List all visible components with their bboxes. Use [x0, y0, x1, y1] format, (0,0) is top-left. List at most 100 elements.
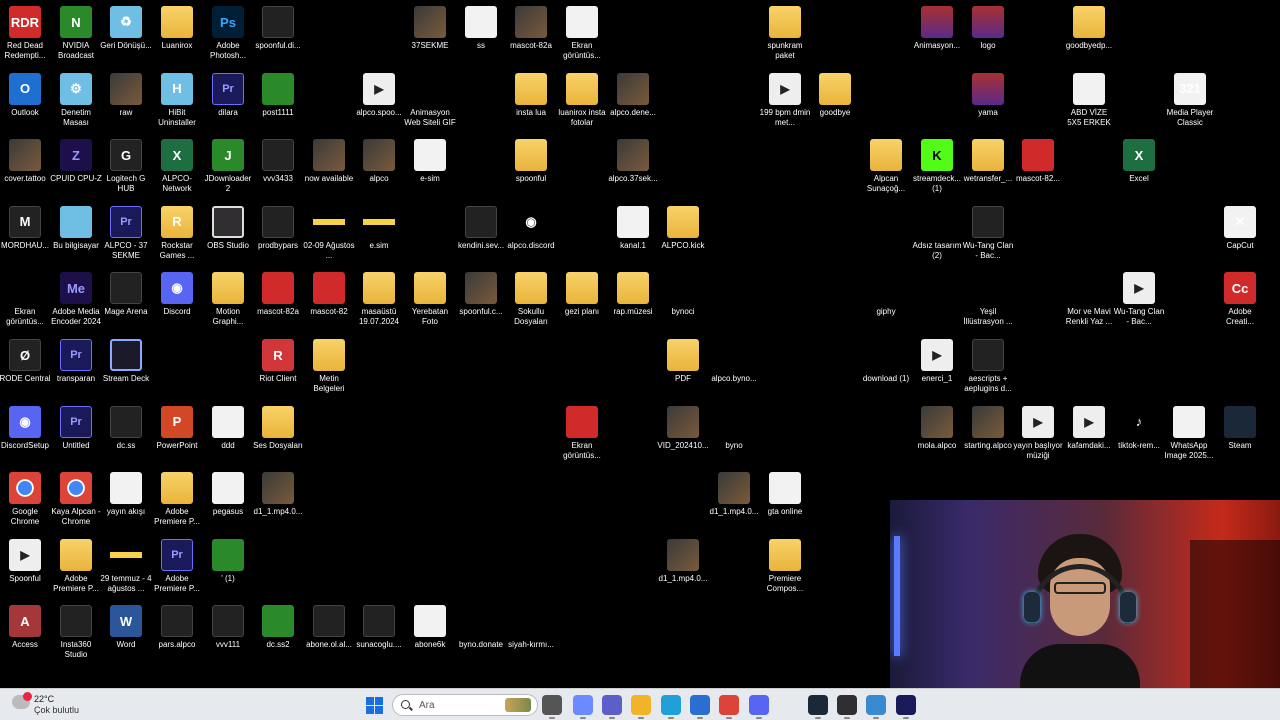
desktop-icon[interactable]: H HiBit Uninstaller: [151, 69, 203, 135]
desktop-icon[interactable]: vvv111: [202, 601, 254, 667]
desktop-icon[interactable]: gta online: [759, 468, 811, 534]
taskbar-app-network[interactable]: [866, 695, 886, 719]
desktop-icon[interactable]: goodbye: [809, 69, 861, 135]
desktop-icon[interactable]: masaüstü 19.07.2024: [353, 268, 405, 334]
desktop-icon[interactable]: Alpcan Sunaçoğ...: [860, 135, 912, 201]
desktop-icon[interactable]: Mor ve Mavi Renkli Yaz ...: [1063, 268, 1115, 334]
desktop-icon[interactable]: Adobe Premiere P...: [50, 535, 102, 601]
desktop-icon[interactable]: WhatsApp Image 2025...: [1163, 402, 1215, 468]
desktop-icon[interactable]: OBS Studio: [202, 202, 254, 268]
desktop-icon[interactable]: yama: [962, 69, 1014, 135]
desktop-icon[interactable]: ♻ Geri Dönüşü...: [100, 2, 152, 68]
desktop-icon[interactable]: 37SEKME: [404, 2, 456, 68]
taskbar-app-store[interactable]: [690, 695, 710, 719]
desktop-icon[interactable]: dc.ss2: [252, 601, 304, 667]
taskbar-app-teams[interactable]: [602, 695, 622, 719]
desktop-icon[interactable]: Cc Adobe Creati...: [1214, 268, 1266, 334]
desktop-icon[interactable]: ' (1): [202, 535, 254, 601]
desktop-icon[interactable]: byno: [708, 402, 760, 468]
desktop-icon[interactable]: Premiere Compos...: [759, 535, 811, 601]
desktop-icon[interactable]: gezi planı: [556, 268, 608, 334]
desktop-icon[interactable]: O Outlook: [0, 69, 51, 135]
desktop-icon[interactable]: Pr ALPCO - 37 SEKME: [100, 202, 152, 268]
desktop-icon[interactable]: Ekran görüntüs...: [556, 2, 608, 68]
taskbar-app-steam[interactable]: [808, 695, 828, 719]
desktop-icon[interactable]: download (1): [860, 335, 912, 401]
desktop-icon[interactable]: alpco.37sek...: [607, 135, 659, 201]
desktop-icon[interactable]: Google Chrome: [0, 468, 51, 534]
desktop-icon[interactable]: 321 Media Player Classic: [1164, 69, 1216, 135]
desktop-icon[interactable]: 29 temmuz - 4 ağustos ...: [100, 535, 152, 601]
taskbar-search[interactable]: Ara: [392, 694, 538, 716]
desktop-icon[interactable]: abone.ol.al...: [303, 601, 355, 667]
desktop-icon[interactable]: ▶ alpco.spoo...: [353, 69, 405, 135]
desktop-icon[interactable]: d1_1.mp4.0...: [657, 535, 709, 601]
start-button[interactable]: [366, 697, 383, 714]
desktop-icon[interactable]: spoonful.c...: [455, 268, 507, 334]
desktop-icon[interactable]: ALPCO.kick: [657, 202, 709, 268]
desktop-icon[interactable]: alpco.dene...: [607, 69, 659, 135]
desktop-icon[interactable]: spunkram paket: [759, 2, 811, 68]
desktop-icon[interactable]: RDR Red Dead Redempti...: [0, 2, 51, 68]
desktop-icon[interactable]: bynoci: [657, 268, 709, 334]
desktop-icon[interactable]: ▶ yayın başlıyor müziği: [1012, 402, 1064, 468]
desktop-icon[interactable]: d1_1.mp4.0...: [252, 468, 304, 534]
desktop-icon[interactable]: Motion Graphi...: [202, 268, 254, 334]
desktop-icon[interactable]: e-sim: [404, 135, 456, 201]
desktop-icon[interactable]: R Riot Client: [252, 335, 304, 401]
taskbar-app-copilot[interactable]: [573, 695, 593, 719]
desktop-icon[interactable]: VID_202410...: [657, 402, 709, 468]
desktop-icon[interactable]: ▶ Wu-Tang Clan - Bac...: [1113, 268, 1165, 334]
desktop-icon[interactable]: Me Adobe Media Encoder 2024: [50, 268, 102, 334]
desktop-icon[interactable]: Mage Arena: [100, 268, 152, 334]
desktop-icon[interactable]: Kaya Alpcan - Chrome: [50, 468, 102, 534]
desktop-icon[interactable]: luanirox insta fotolar: [556, 69, 608, 135]
desktop-icon[interactable]: Z CPUID CPU-Z: [50, 135, 102, 201]
taskbar-app-discord[interactable]: [749, 695, 769, 719]
desktop-icon[interactable]: ▶ Spoonful: [0, 535, 51, 601]
desktop-icon[interactable]: ▶ 199 bpm dmin met...: [759, 69, 811, 135]
desktop-icon[interactable]: abone6k: [404, 601, 456, 667]
desktop-icon[interactable]: Kstreamdeck... (1): [911, 135, 963, 201]
desktop-icon[interactable]: Ekran görüntüs...: [0, 268, 51, 334]
desktop-icon[interactable]: ♪ tiktok-rem...: [1113, 402, 1165, 468]
desktop-icon[interactable]: Animasyon Web Siteli GIF: [404, 69, 456, 135]
desktop-icon[interactable]: ⚙ Denetim Masası: [50, 69, 102, 135]
desktop-icon[interactable]: vvv3433: [252, 135, 304, 201]
desktop-icon[interactable]: mascot-82...: [1012, 135, 1064, 201]
desktop-icon[interactable]: e.sim: [353, 202, 405, 268]
desktop-icon[interactable]: raw: [100, 69, 152, 135]
desktop-icon[interactable]: Yeşil İllüstrasyon ...: [962, 268, 1014, 334]
desktop-icon[interactable]: starting.alpco: [962, 402, 1014, 468]
desktop-icon[interactable]: Insta360 Studio: [50, 601, 102, 667]
desktop-icon[interactable]: J JDownloader 2: [202, 135, 254, 201]
desktop-icon[interactable]: PDF: [657, 335, 709, 401]
desktop-icon[interactable]: logo: [962, 2, 1014, 68]
desktop-icon[interactable]: X ALPCO-Network: [151, 135, 203, 201]
desktop-icon[interactable]: Animasyon...: [911, 2, 963, 68]
desktop-icon[interactable]: pars.alpco: [151, 601, 203, 667]
desktop-icon[interactable]: wetransfer_...: [962, 135, 1014, 201]
desktop-icon[interactable]: alpco: [353, 135, 405, 201]
desktop-icon[interactable]: 02-09 Ağustos ...: [303, 202, 355, 268]
desktop-icon[interactable]: alpco.byno...: [708, 335, 760, 401]
desktop-icon[interactable]: Luanirox: [151, 2, 203, 68]
desktop-icon[interactable]: insta lua: [505, 69, 557, 135]
desktop-icon[interactable]: prodbypars: [252, 202, 304, 268]
desktop-icon[interactable]: G Logitech G HUB: [100, 135, 152, 201]
desktop-icon[interactable]: ABD VİZE 5X5 ERKEK: [1063, 69, 1115, 135]
desktop-icon[interactable]: Steam: [1214, 402, 1266, 468]
desktop-icon[interactable]: R Rockstar Games ...: [151, 202, 203, 268]
desktop-icon[interactable]: Pr transparan: [50, 335, 102, 401]
desktop-icon[interactable]: ✕ CapCut: [1214, 202, 1266, 268]
taskbar-app-task-view[interactable]: [542, 695, 562, 719]
desktop-icon[interactable]: Ses Dosyaları: [252, 402, 304, 468]
desktop-icon[interactable]: W Word: [100, 601, 152, 667]
desktop-icon[interactable]: sunacoglu....: [353, 601, 405, 667]
desktop-icon[interactable]: Bu bilgisayar: [50, 202, 102, 268]
desktop-icon[interactable]: M MORDHAU...: [0, 202, 51, 268]
desktop-icon[interactable]: pegasus: [202, 468, 254, 534]
desktop-icon[interactable]: P PowerPoint: [151, 402, 203, 468]
desktop-icon[interactable]: Metin Belgeleri: [303, 335, 355, 401]
taskbar-app-chrome[interactable]: [719, 695, 739, 719]
